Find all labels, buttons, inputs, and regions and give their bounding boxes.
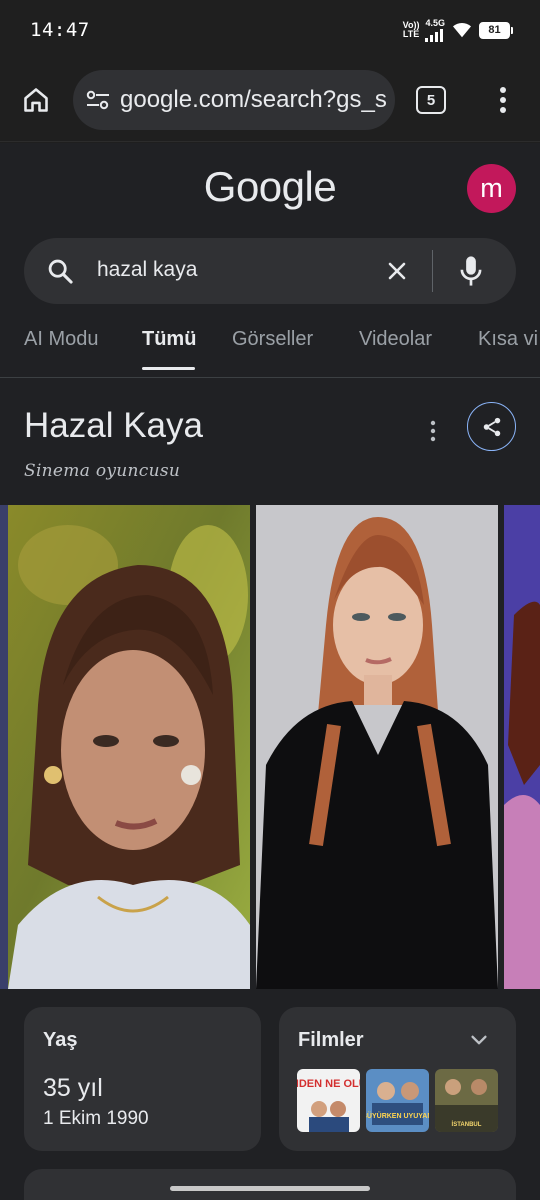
image-tile-partial-left[interactable] [0, 505, 8, 989]
mic-icon[interactable] [456, 254, 486, 288]
portrait-photo-3 [504, 505, 540, 989]
next-result-card[interactable] [24, 1169, 516, 1200]
entity-title: Hazal Kaya [24, 406, 203, 445]
poster-1-text: BENDEN NE OLUR? [297, 1078, 360, 1090]
clear-icon[interactable] [385, 259, 409, 283]
film-poster-2[interactable]: AY BÜYÜRKEN UYUYAMAM [366, 1069, 429, 1132]
lte-label: LTE [402, 29, 420, 39]
wifi-icon [453, 22, 471, 38]
portrait-photo-2 [256, 505, 498, 989]
browser-toolbar: google.com/search?gs_s 5 [0, 60, 540, 142]
battery-icon: 81 [479, 21, 513, 39]
poster-3-text: İSTANBUL [452, 1121, 482, 1128]
tab-ai-mode[interactable]: AI Modu [24, 328, 98, 351]
status-icons: Vo)) LTE 4.5G 81 [403, 17, 513, 42]
search-icon [48, 259, 73, 284]
more-vert-icon [500, 87, 506, 113]
films-card[interactable]: Filmler BENDEN NE OLUR? [279, 1007, 516, 1151]
tab-count: 5 [426, 91, 436, 109]
tabs-divider [0, 377, 540, 378]
status-time: 14:47 [30, 19, 90, 41]
home-button[interactable] [18, 82, 54, 118]
film-poster-3[interactable]: İSTANBUL [435, 1069, 498, 1132]
signal-bars-icon [425, 28, 444, 42]
tab-videos[interactable]: Videolar [359, 328, 432, 351]
age-card[interactable]: Yaş 35 yıl 1 Ekim 1990 [24, 1007, 261, 1151]
film-thumbnails: BENDEN NE OLUR? AY BÜYÜRKEN UYUYAMAM [297, 1069, 498, 1132]
share-icon [483, 417, 500, 436]
entity-more-button[interactable] [423, 418, 443, 444]
status-bar: 14:47 Vo)) LTE 4.5G 81 [0, 0, 540, 60]
image-tile-3-partial[interactable] [504, 505, 540, 989]
search-divider [432, 250, 433, 292]
image-tile-1[interactable] [8, 505, 250, 989]
films-label: Filmler [298, 1029, 364, 1051]
home-icon [24, 88, 48, 112]
search-results-page: Google m hazal kaya AI Modu Tümü Görsell… [0, 143, 540, 1200]
tab-images[interactable]: Görseller [232, 328, 313, 351]
gesture-navigation-bar[interactable] [170, 1186, 370, 1191]
account-avatar[interactable]: m [467, 164, 516, 213]
tab-all[interactable]: Tümü [142, 328, 196, 351]
battery-level: 81 [488, 24, 501, 36]
age-value: 35 yıl [43, 1074, 103, 1102]
active-tab-indicator [142, 367, 195, 370]
age-label: Yaş [43, 1029, 78, 1051]
google-logo[interactable]: Google [0, 163, 540, 211]
tab-short-videos[interactable]: Kısa vi [478, 328, 538, 351]
avatar-letter: m [480, 173, 503, 203]
poster-2-text: AY BÜYÜRKEN UYUYAMAM [366, 1111, 429, 1120]
cell-signal: 4.5G [425, 17, 445, 42]
address-bar[interactable]: google.com/search?gs_s [73, 70, 395, 130]
search-tabs: AI Modu Tümü Görseller Videolar Kısa vi [0, 328, 540, 376]
image-tile-2[interactable] [256, 505, 498, 989]
share-button[interactable] [467, 402, 516, 451]
site-settings-icon[interactable] [85, 87, 111, 113]
birth-date: 1 Ekim 1990 [43, 1108, 149, 1129]
browser-menu-button[interactable] [488, 82, 518, 118]
search-box[interactable]: hazal kaya [24, 238, 516, 304]
volte-indicator: Vo)) LTE [403, 21, 420, 39]
entity-subtitle: Sinema oyuncusu [24, 461, 181, 481]
network-type: 4.5G [425, 17, 445, 28]
more-vert-icon [430, 420, 436, 442]
search-input[interactable]: hazal kaya [97, 258, 197, 282]
tab-switcher-button[interactable]: 5 [416, 86, 446, 114]
film-poster-1[interactable]: BENDEN NE OLUR? [297, 1069, 360, 1132]
url-text[interactable]: google.com/search?gs_s [120, 86, 387, 114]
portrait-photo-1 [8, 505, 250, 989]
chevron-down-icon[interactable] [468, 1029, 490, 1051]
image-carousel[interactable] [0, 505, 540, 989]
